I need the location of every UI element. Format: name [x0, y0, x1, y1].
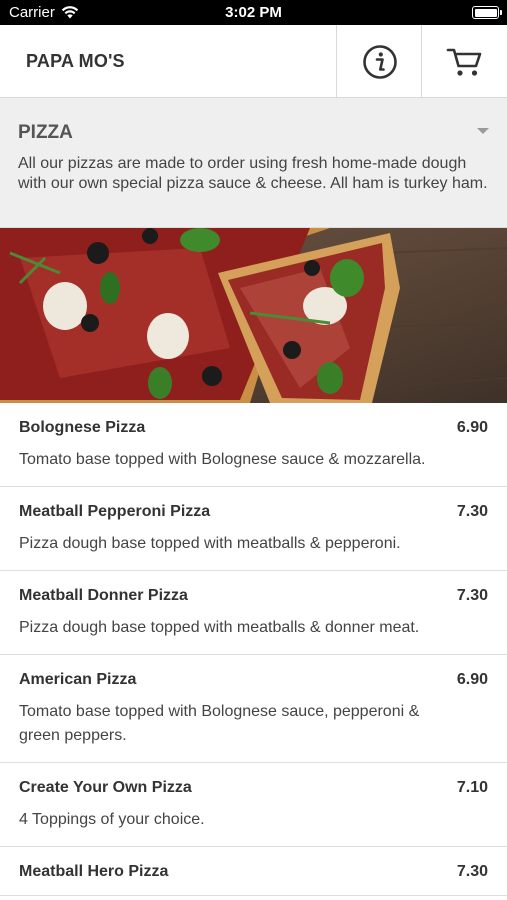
item-name: Meatball Hero Pizza: [19, 863, 169, 880]
category-image: [0, 228, 507, 403]
item-description: 4 Toppings of your choice.: [19, 811, 205, 828]
list-item[interactable]: Meatball Donner Pizza 7.30 Pizza dough b…: [0, 571, 507, 655]
cart-icon: [446, 48, 481, 76]
list-item[interactable]: Meatball Pepperoni Pizza 7.30 Pizza doug…: [0, 487, 507, 571]
chevron-down-icon: [477, 128, 489, 134]
item-name: Meatball Donner Pizza: [19, 587, 188, 604]
battery-icon: [472, 6, 502, 19]
item-price: 6.90: [456, 419, 488, 436]
item-price: 7.30: [456, 863, 488, 880]
item-price: 7.10: [456, 779, 488, 796]
app-header: PAPA MO'S: [0, 25, 507, 98]
cart-button[interactable]: [421, 25, 507, 98]
item-description: Pizza dough base topped with meatballs &…: [19, 619, 420, 636]
list-item[interactable]: Create Your Own Pizza 7.10 4 Toppings of…: [0, 763, 507, 847]
info-button[interactable]: [336, 25, 422, 98]
item-price: 7.30: [456, 503, 488, 520]
list-item[interactable]: Meatball Hero Pizza 7.30: [0, 847, 507, 896]
item-name: Create Your Own Pizza: [19, 779, 192, 796]
category-header[interactable]: PIZZA All our pizzas are made to order u…: [0, 98, 507, 228]
menu-items-list: Bolognese Pizza 6.90 Tomato base topped …: [0, 403, 507, 896]
category-title: PIZZA: [18, 122, 73, 143]
item-name: American Pizza: [19, 671, 137, 688]
status-bar: Carrier 3:02 PM: [0, 0, 507, 25]
list-item[interactable]: American Pizza 6.90 Tomato base topped w…: [0, 655, 507, 763]
restaurant-name: PAPA MO'S: [26, 51, 125, 71]
item-name: Bolognese Pizza: [19, 419, 146, 436]
item-description: Tomato base topped with Bolognese sauce,…: [19, 703, 420, 744]
info-circle-icon: [362, 44, 397, 79]
item-price: 7.30: [456, 587, 488, 604]
item-name: Meatball Pepperoni Pizza: [19, 503, 211, 520]
item-description: Tomato base topped with Bolognese sauce …: [19, 451, 426, 468]
category-description: All our pizzas are made to order using f…: [18, 155, 488, 192]
item-description: Pizza dough base topped with meatballs &…: [19, 535, 401, 552]
list-item[interactable]: Bolognese Pizza 6.90 Tomato base topped …: [0, 403, 507, 487]
item-price: 6.90: [456, 671, 488, 688]
clock: 3:02 PM: [225, 4, 282, 21]
